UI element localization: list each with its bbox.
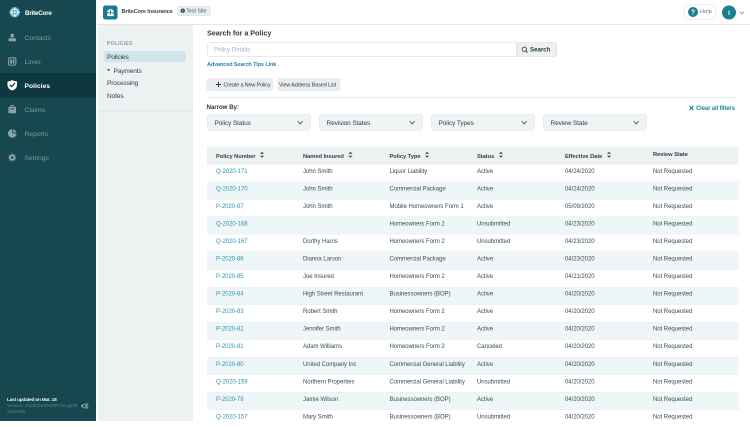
svg-text:?: ? <box>691 9 695 16</box>
